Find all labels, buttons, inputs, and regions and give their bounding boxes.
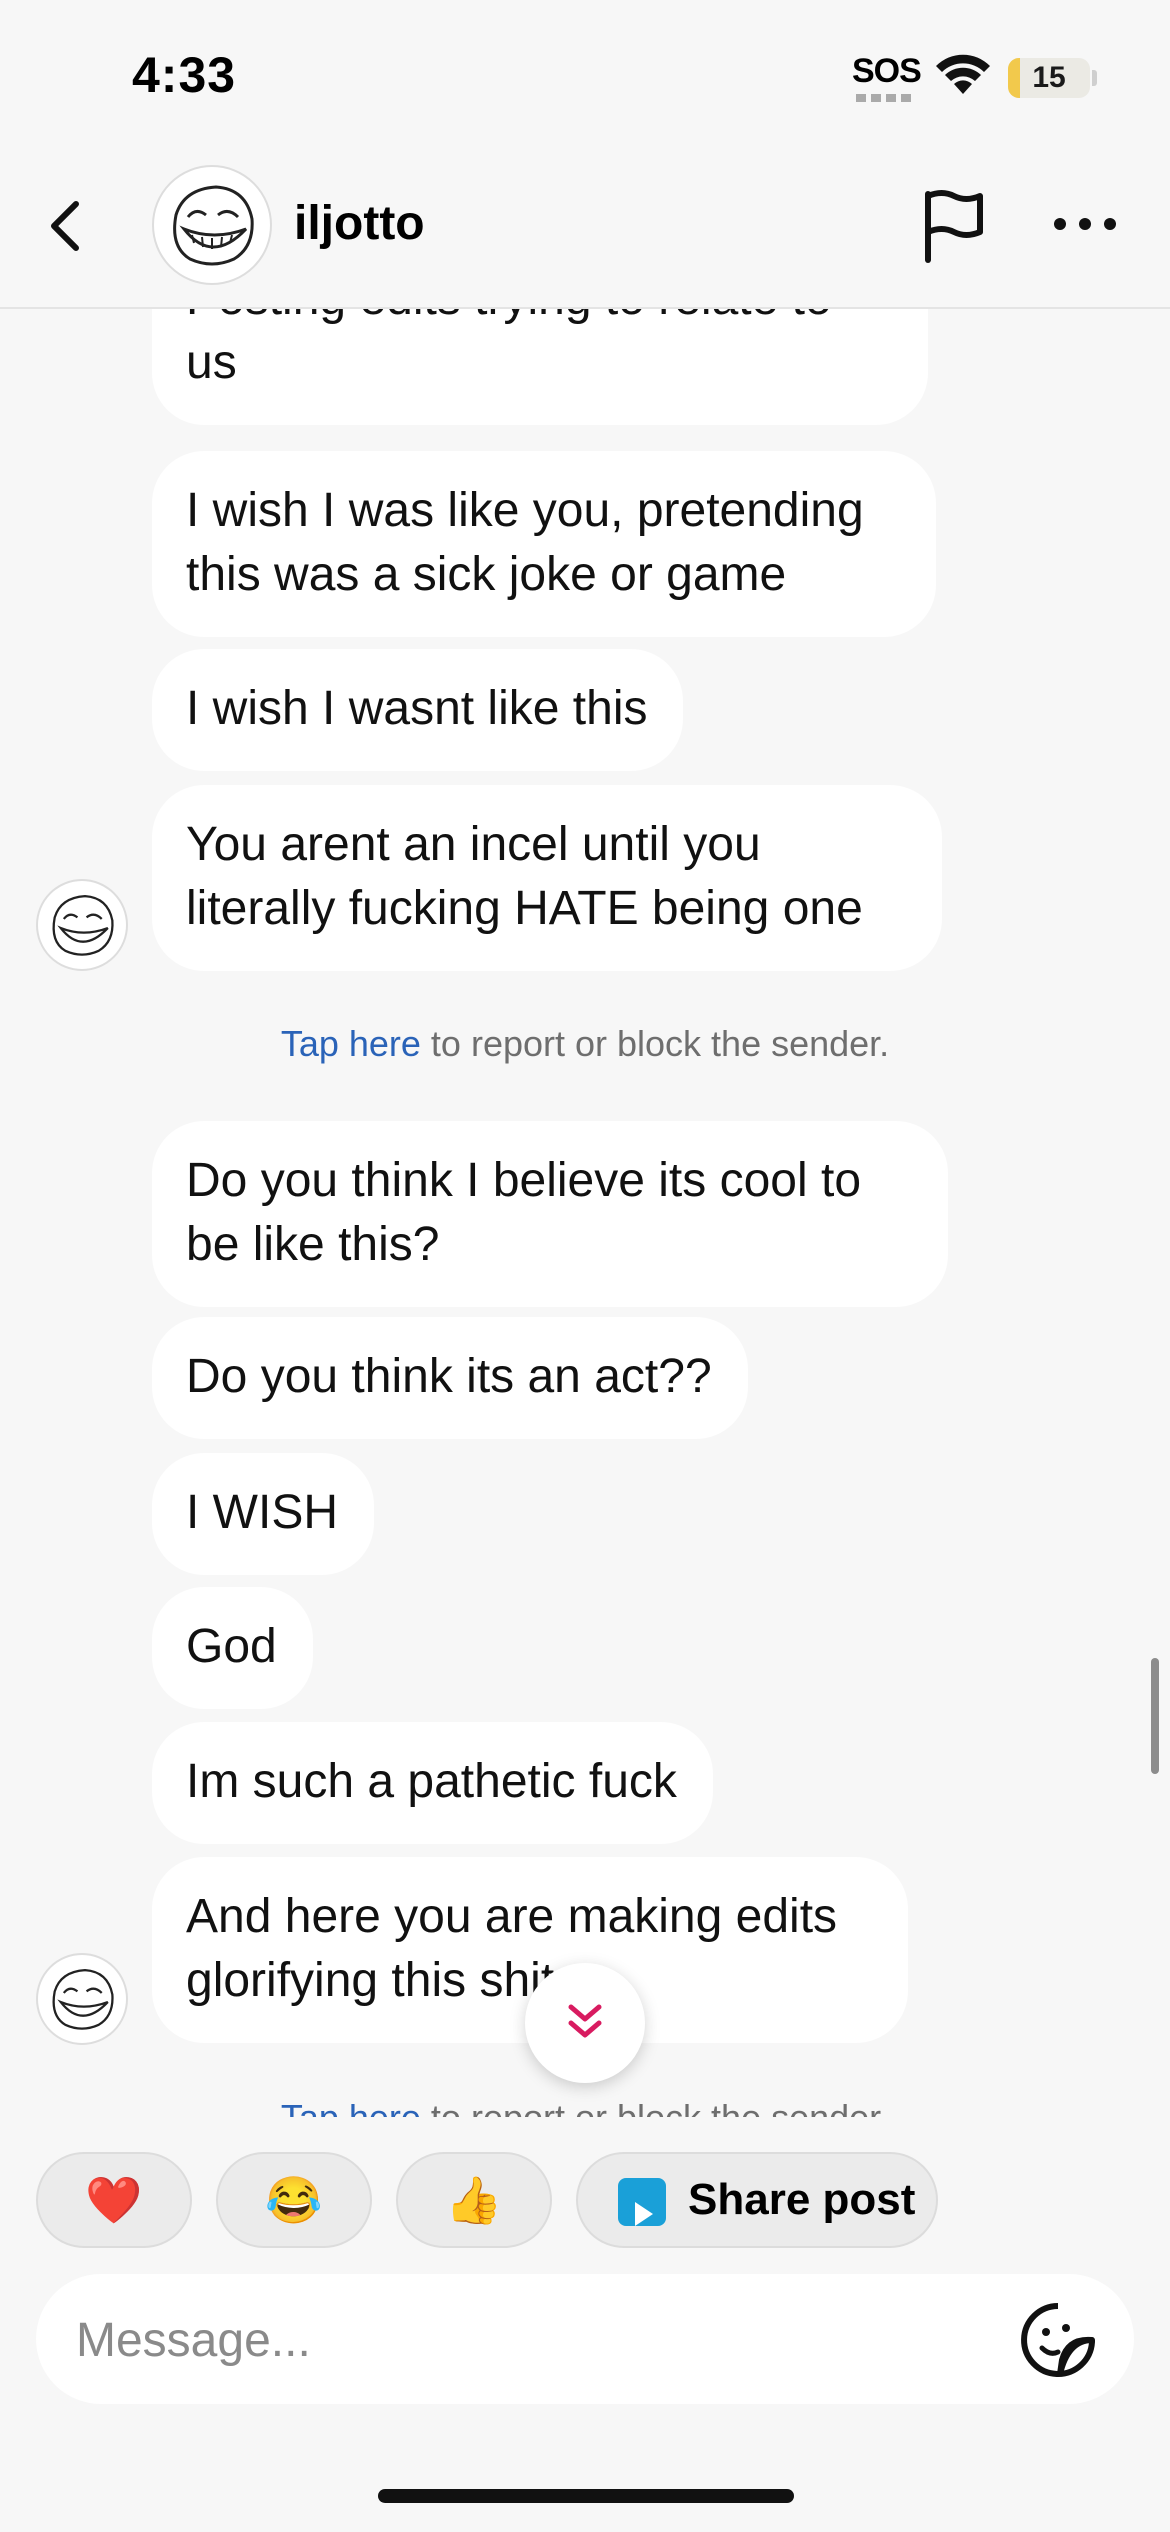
chevron-left-icon[interactable]	[38, 196, 98, 256]
message-input[interactable]	[74, 2304, 978, 2376]
report-text: to report or block the sender.	[421, 2097, 889, 2117]
laugh-reaction-button[interactable]: 😂	[216, 2152, 372, 2248]
battery-nub	[1092, 70, 1097, 86]
avatar[interactable]	[36, 879, 128, 971]
trollface-avatar-icon	[173, 185, 254, 266]
thumbs-up-reaction-button[interactable]: 👍	[396, 2152, 552, 2248]
flag-icon[interactable]	[918, 188, 988, 264]
more-horizontal-icon[interactable]	[1050, 204, 1120, 244]
scroll-to-bottom-button[interactable]	[525, 1963, 645, 2083]
username[interactable]: iljotto	[294, 196, 425, 251]
heart-reaction-button[interactable]: ❤️	[36, 2152, 192, 2248]
share-post-label: Share post	[688, 2175, 916, 2224]
message-bubble[interactable]: Im such a pathetic fuck	[152, 1722, 713, 1844]
report-text: to report or block the sender.	[420, 1023, 890, 1064]
home-indicator[interactable]	[378, 2489, 794, 2503]
sticker-icon[interactable]	[1018, 2300, 1098, 2380]
wifi-icon	[936, 54, 990, 94]
status-bar: 4:33 SOS 15	[0, 0, 1170, 150]
signal-dots	[856, 94, 912, 102]
double-chevron-down-icon	[568, 2004, 602, 2038]
play-icon	[618, 2178, 666, 2226]
report-notice: Tap here to report or block the sender.	[0, 2097, 1170, 2117]
battery-icon: 15	[1008, 58, 1090, 98]
message-bubble[interactable]: You arent an incel until you literally f…	[152, 785, 942, 971]
quick-reactions: ❤️ 😂 👍 Share post	[0, 2152, 1170, 2248]
battery-level: 15	[1032, 61, 1066, 94]
scrollbar[interactable]	[1151, 1658, 1159, 1774]
share-post-button[interactable]: Share post	[576, 2152, 938, 2248]
message-thread[interactable]: Posting edits trying to relate to us I w…	[0, 309, 1170, 2117]
sos-indicator: SOS	[852, 52, 922, 90]
report-link[interactable]: Tap here	[281, 2097, 421, 2117]
message-composer	[36, 2274, 1134, 2404]
message-bubble[interactable]: I wish I wasnt like this	[152, 649, 684, 771]
trollface-avatar-icon	[52, 895, 114, 956]
message-bubble[interactable]: I wish I was like you, pretending this w…	[152, 451, 936, 637]
message-bubble[interactable]: Posting edits trying to relate to us	[152, 309, 928, 425]
status-time: 4:33	[132, 47, 237, 103]
report-notice: Tap here to report or block the sender.	[0, 1023, 1170, 1065]
trollface-avatar-icon	[52, 1969, 114, 2030]
chat-header: iljotto	[0, 150, 1170, 309]
message-bubble[interactable]: I WISH	[152, 1453, 374, 1575]
message-bubble[interactable]: Do you think I believe its cool to be li…	[152, 1121, 948, 1307]
avatar[interactable]	[36, 1953, 128, 2045]
report-link[interactable]: Tap here	[281, 1023, 421, 1064]
avatar[interactable]	[152, 165, 272, 285]
message-bubble[interactable]: Do you think its an act??	[152, 1317, 748, 1439]
message-bubble[interactable]: God	[152, 1587, 313, 1709]
